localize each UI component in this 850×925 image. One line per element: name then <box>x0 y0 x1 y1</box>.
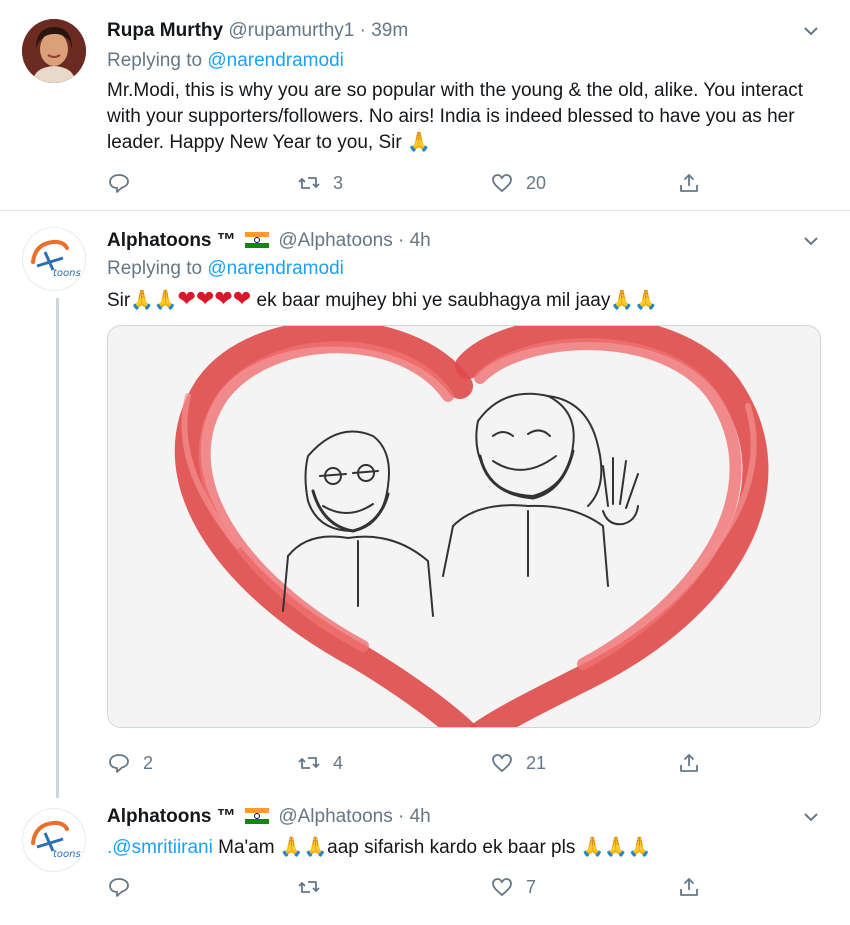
mention-link[interactable]: @narendramodi <box>207 258 344 279</box>
user-handle[interactable]: @Alphatoons <box>278 230 392 251</box>
timestamp[interactable]: 39m <box>371 20 408 41</box>
reply-button[interactable]: 2 <box>107 751 153 775</box>
share-icon <box>680 878 698 896</box>
action-bar: 7 <box>107 875 727 905</box>
chevron-down-icon[interactable] <box>802 232 820 250</box>
like-count: 7 <box>526 876 537 897</box>
user-handle[interactable]: @Alphatoons <box>278 806 392 827</box>
display-name[interactable]: Rupa Murthy <box>107 20 223 41</box>
chevron-down-icon[interactable] <box>802 22 820 40</box>
user-handle[interactable]: @rupamurthy1 <box>228 20 354 41</box>
like-button[interactable]: 21 <box>490 751 546 775</box>
tweet-text-body: Ma'am 🙏🙏aap sifarish kardo ek baar pls 🙏… <box>212 837 652 858</box>
replying-to: Replying to @narendramodi <box>107 258 344 280</box>
display-name[interactable]: Alphatoons ™ <box>107 806 236 827</box>
retweet-button[interactable] <box>297 875 333 899</box>
like-count: 21 <box>526 752 547 773</box>
tweet-text-start: Sir🙏🙏 <box>107 290 178 311</box>
action-bar: 3 20 <box>107 171 727 201</box>
reply-count: 2 <box>143 752 154 773</box>
timestamp[interactable]: 4h <box>410 230 431 251</box>
like-button[interactable]: 7 <box>490 875 536 899</box>
retweet-button[interactable]: 4 <box>297 751 343 775</box>
replying-prefix: Replying to <box>107 50 203 71</box>
like-icon <box>492 754 512 773</box>
tweet-header: Alphatoons ™ @Alphatoons · 4h <box>107 230 431 252</box>
display-name[interactable]: Alphatoons ™ <box>107 230 236 251</box>
share-button[interactable] <box>677 751 701 775</box>
tweet-alphatoons-2[interactable]: Alphatoons ™ @Alphatoons · 4h .@smritiir… <box>0 794 850 925</box>
tweet-text: .@smritiirani Ma'am 🙏🙏aap sifarish kardo… <box>107 835 822 861</box>
retweet-count: 4 <box>333 752 344 773</box>
tweet-rupa[interactable]: Rupa Murthy @rupamurthy1 · 39m Replying … <box>0 0 850 211</box>
share-button[interactable] <box>677 875 701 899</box>
mention-link[interactable]: @narendramodi <box>207 50 344 71</box>
reply-icon <box>109 174 129 193</box>
retweet-icon <box>298 177 320 189</box>
retweet-icon <box>298 757 320 769</box>
reply-button[interactable] <box>107 171 143 195</box>
like-button[interactable]: 20 <box>490 171 546 195</box>
action-bar: 2 4 21 <box>107 751 727 781</box>
tweet-text: Mr.Modi, this is why you are so popular … <box>107 80 803 153</box>
separator-dot: · <box>398 230 405 251</box>
reply-icon <box>109 878 129 897</box>
heart-emojis: ❤❤❤❤ <box>177 286 252 311</box>
replying-prefix: Replying to <box>107 258 203 279</box>
like-icon <box>492 878 512 897</box>
tweet-header: Alphatoons ™ @Alphatoons · 4h <box>107 806 431 828</box>
separator-dot: · <box>398 806 405 827</box>
timestamp[interactable]: 4h <box>410 806 431 827</box>
tweet-header: Rupa Murthy @rupamurthy1 · 39m <box>107 20 408 42</box>
share-icon <box>680 754 698 772</box>
retweet-icon <box>298 881 320 893</box>
tweet-text-end: ek baar mujhey bhi ye saubhagya mil jaay… <box>251 290 658 311</box>
separator-dot: · <box>359 20 366 41</box>
avatar[interactable] <box>22 19 86 83</box>
chevron-down-icon[interactable] <box>802 808 820 826</box>
reply-icon <box>109 754 129 773</box>
tweet-text: Sir🙏🙏❤❤❤❤ ek baar mujhey bhi ye saubhagy… <box>107 286 822 314</box>
like-count: 20 <box>526 172 547 193</box>
replying-to: Replying to @narendramodi <box>107 50 344 72</box>
heart-cartoon-image <box>108 326 820 727</box>
india-flag-icon <box>245 232 270 248</box>
share-icon <box>680 174 698 192</box>
retweet-count: 3 <box>333 172 344 193</box>
like-icon <box>492 174 512 193</box>
retweet-button[interactable]: 3 <box>297 171 343 195</box>
reply-button[interactable] <box>107 875 143 899</box>
share-button[interactable] <box>677 171 701 195</box>
mention-link[interactable]: .@smritiirani <box>107 837 213 858</box>
tweet-image[interactable] <box>107 325 821 728</box>
india-flag-icon <box>245 808 270 824</box>
